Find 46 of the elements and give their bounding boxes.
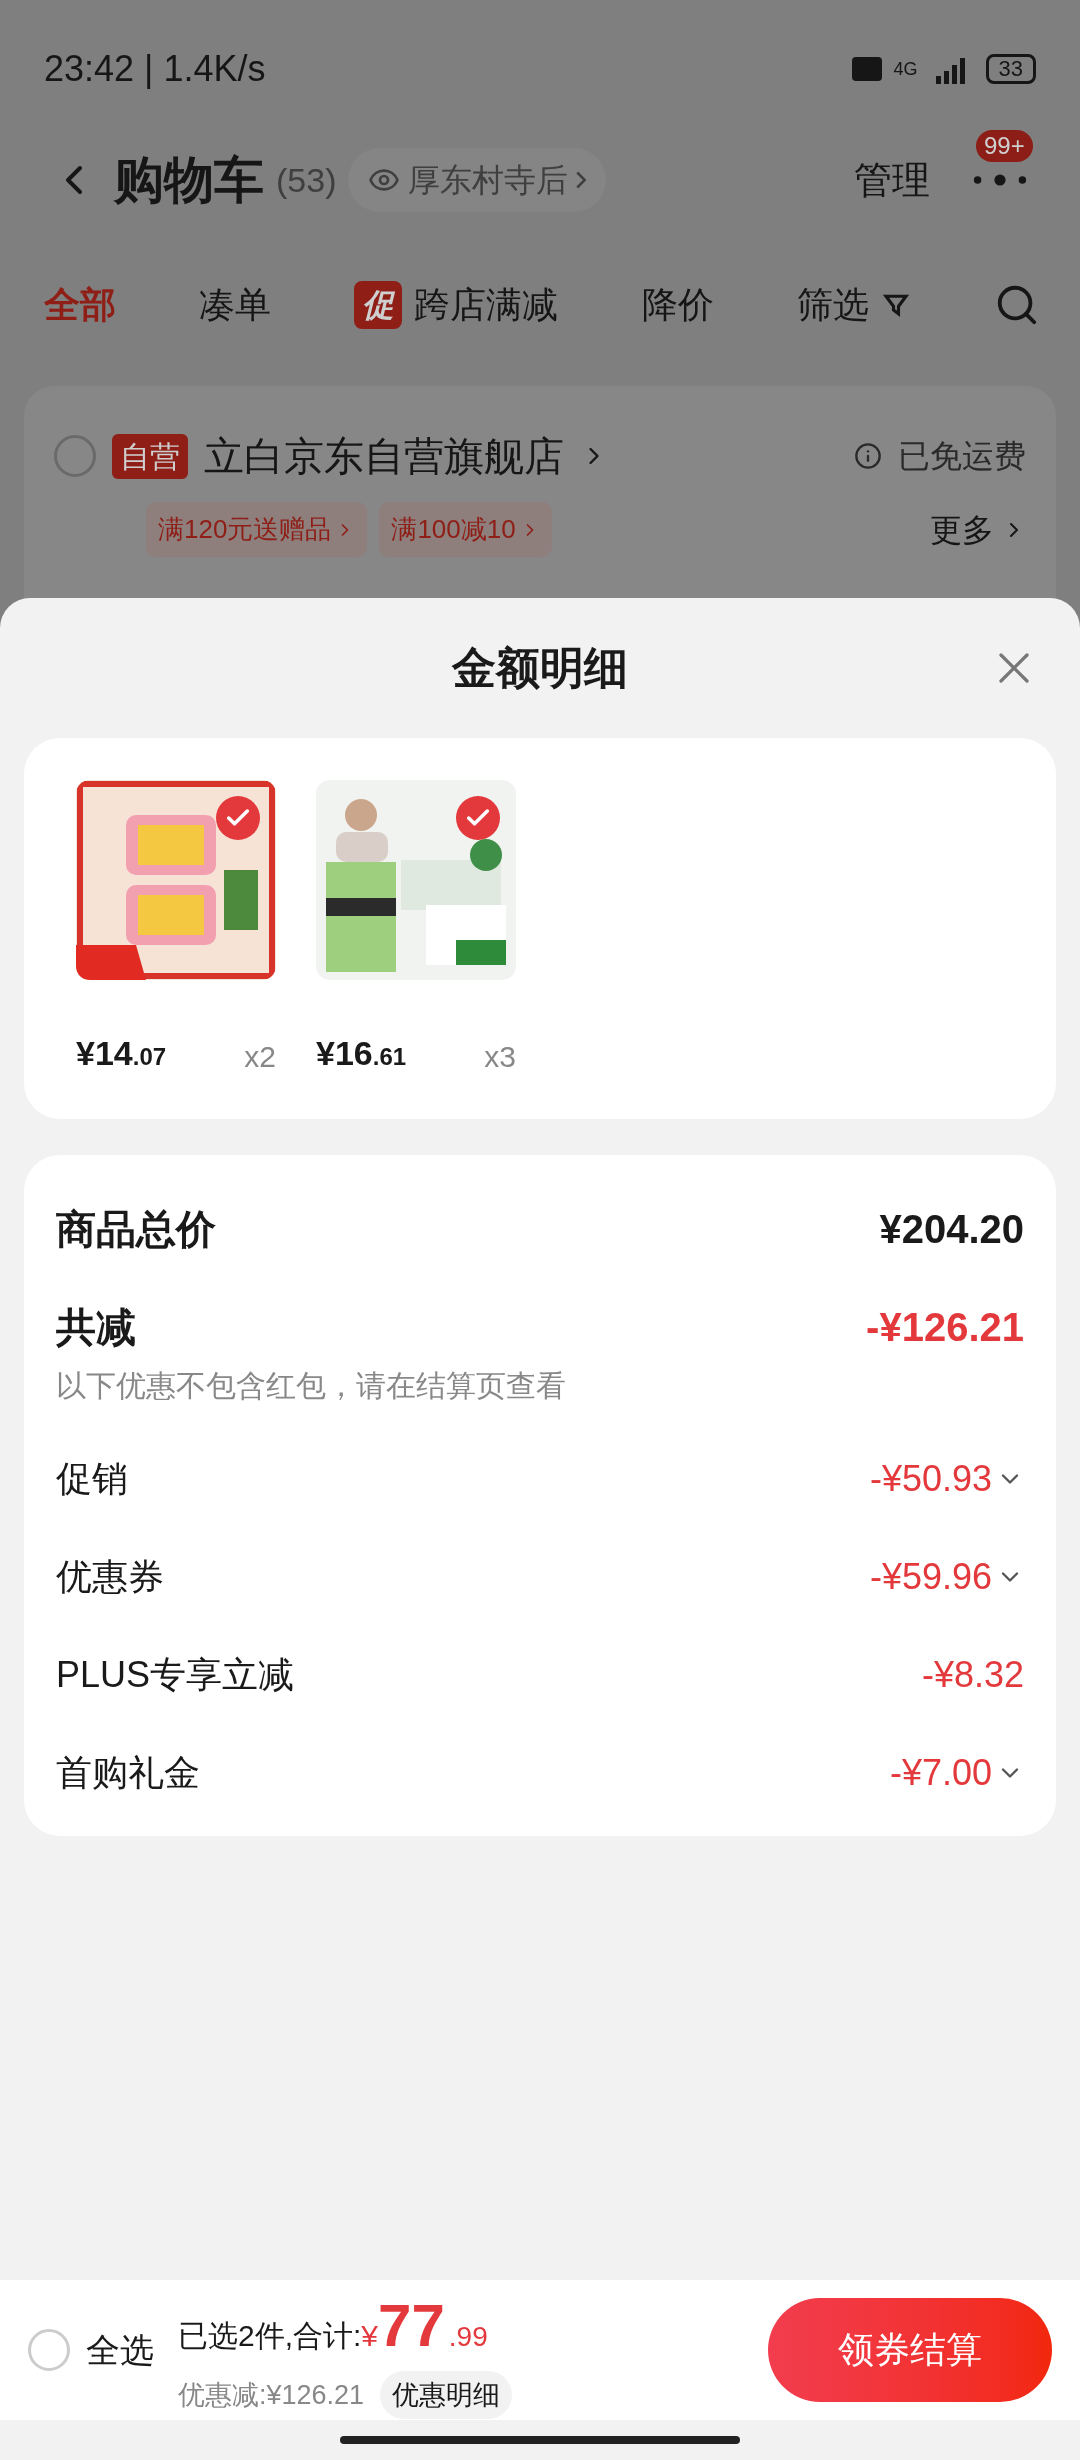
- info-icon: [854, 442, 882, 470]
- promo-chip[interactable]: 满120元送赠品: [146, 502, 368, 557]
- cart-count: (53): [276, 159, 337, 201]
- promo-chip[interactable]: 满100减10: [379, 502, 552, 557]
- notification-badge: 99+: [976, 130, 1033, 162]
- manage-button[interactable]: 管理: [854, 151, 930, 209]
- store-name[interactable]: 立白京东自营旗舰店: [204, 426, 564, 486]
- shipping-label: 已免运费: [898, 437, 1026, 476]
- discount-amount: -¥7.00: [889, 1751, 992, 1795]
- filter-tab[interactable]: 促 跨店满减: [354, 278, 559, 332]
- product-quantity: x3: [484, 1039, 516, 1075]
- battery-indicator: 33: [985, 54, 1036, 84]
- sheet-title: 金额明细: [452, 642, 628, 694]
- product-quantity: x2: [244, 1039, 276, 1075]
- page-title: 购物车: [114, 150, 264, 210]
- status-time: 23:42 | 1.4K/s: [44, 47, 266, 91]
- self-operated-tag: 自营: [112, 433, 188, 479]
- filter-tab[interactable]: 筛选: [796, 278, 911, 332]
- total-price: ¥77.99: [361, 2290, 488, 2361]
- filter-tab[interactable]: 凑单: [199, 278, 272, 332]
- checkout-button[interactable]: 领券结算: [768, 2298, 1052, 2402]
- discount-amount: -¥8.32: [921, 1653, 1024, 1697]
- discount-amount: -¥59.96: [869, 1555, 992, 1599]
- discount-label: 优惠券: [56, 1555, 164, 1599]
- discount-label: 促销: [56, 1457, 128, 1501]
- discount-label: PLUS专享立减: [56, 1653, 295, 1697]
- reduction-amount: -¥126.21: [866, 1304, 1024, 1351]
- discount-amount: -¥50.93: [869, 1457, 992, 1501]
- more-link[interactable]: 更多: [930, 505, 1026, 554]
- select-radio[interactable]: [54, 435, 96, 477]
- selected-summary: 已选2件,合计:: [178, 2317, 362, 2354]
- product-price: ¥14.07: [76, 1033, 167, 1074]
- total-label: 商品总价: [56, 1206, 216, 1253]
- reduction-label: 共减: [56, 1304, 136, 1351]
- discount-label: 首购礼金: [56, 1751, 200, 1795]
- network-label: 4G: [893, 57, 918, 81]
- filter-tab[interactable]: 降价: [641, 278, 714, 332]
- location-chip[interactable]: 厚东村寺后: [348, 148, 607, 212]
- product-price: ¥16.61: [316, 1033, 407, 1074]
- chevron-icon: [576, 171, 587, 189]
- total-amount: ¥204.20: [879, 1206, 1024, 1253]
- discount-detail-button[interactable]: 优惠明细: [380, 2370, 513, 2420]
- discount-note: 以下优惠不包含红包，请在结算页查看: [56, 1368, 567, 1404]
- more-icon[interactable]: [972, 174, 1028, 186]
- discount-summary: 优惠减:¥126.21: [178, 2378, 365, 2412]
- select-all-label[interactable]: 全选: [86, 2324, 154, 2376]
